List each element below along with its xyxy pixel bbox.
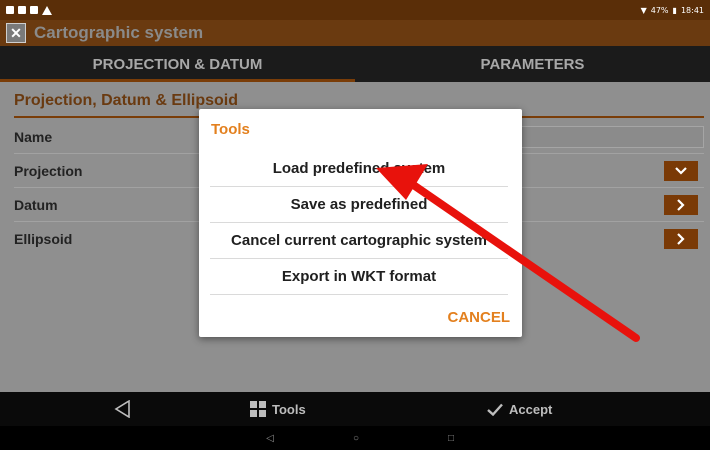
field-label-name: Name [14,128,53,145]
system-status: ▼ 47% ▮ 18:41 [641,6,704,15]
export-wkt-option[interactable]: Export in WKT format [210,259,508,295]
ellipsoid-open-button[interactable] [664,229,698,249]
check-icon [487,403,503,416]
tools-dialog: Tools Load predefined system Save as pre… [199,109,522,337]
save-as-predefined-option[interactable]: Save as predefined [210,187,508,223]
projection-dropdown-button[interactable] [664,161,698,181]
tab-projection-datum[interactable]: PROJECTION & DATUM [0,46,355,82]
field-label-ellipsoid: Ellipsoid [14,231,73,247]
tools-button[interactable]: Tools [250,392,306,426]
chevron-right-icon [677,233,685,245]
app-bar: ✕ Cartographic system [0,20,710,46]
nav-recents-icon[interactable]: □ [443,430,459,446]
app-title: Cartographic system [34,23,204,42]
grid-icon [250,401,266,417]
nav-home-icon[interactable]: ○ [348,430,364,446]
gallery-notification-icon [30,6,38,14]
chevron-down-icon [675,167,687,175]
cancel-current-system-option[interactable]: Cancel current cartographic system [210,223,508,259]
warning-icon [42,5,52,15]
tools-label: Tools [272,401,306,417]
status-bar: ▼ 47% ▮ 18:41 [0,0,710,20]
gallery-notification-icon [18,6,26,14]
nav-back-icon[interactable]: ◁ [262,430,278,446]
system-nav-bar: ◁ ○ □ [0,426,710,450]
field-label-datum: Datum [14,196,58,213]
accept-button[interactable]: Accept [487,392,552,426]
load-predefined-system-option[interactable]: Load predefined system [210,151,508,187]
tab-parameters[interactable]: PARAMETERS [355,46,710,82]
back-icon[interactable] [113,400,133,418]
field-label-projection: Projection [14,162,83,179]
battery-level: 47% [650,5,669,15]
clock: 18:41 [680,5,704,15]
notification-icon [6,6,14,14]
name-input[interactable] [514,126,704,148]
notification-icons [6,5,52,15]
bottom-action-bar: Tools Accept [0,392,710,426]
wifi-icon: ▼ [640,5,647,15]
datum-open-button[interactable] [664,195,698,215]
dialog-cancel-button[interactable]: CANCEL [448,309,511,326]
app-logo-icon: ✕ [6,23,26,43]
accept-label: Accept [509,401,553,417]
section-title: Projection, Datum & Ellipsoid [14,92,239,109]
dialog-title: Tools [211,121,250,138]
battery-icon: ▮ [672,5,677,15]
tab-bar: PROJECTION & DATUM PARAMETERS [0,46,710,82]
chevron-right-icon [677,199,685,211]
